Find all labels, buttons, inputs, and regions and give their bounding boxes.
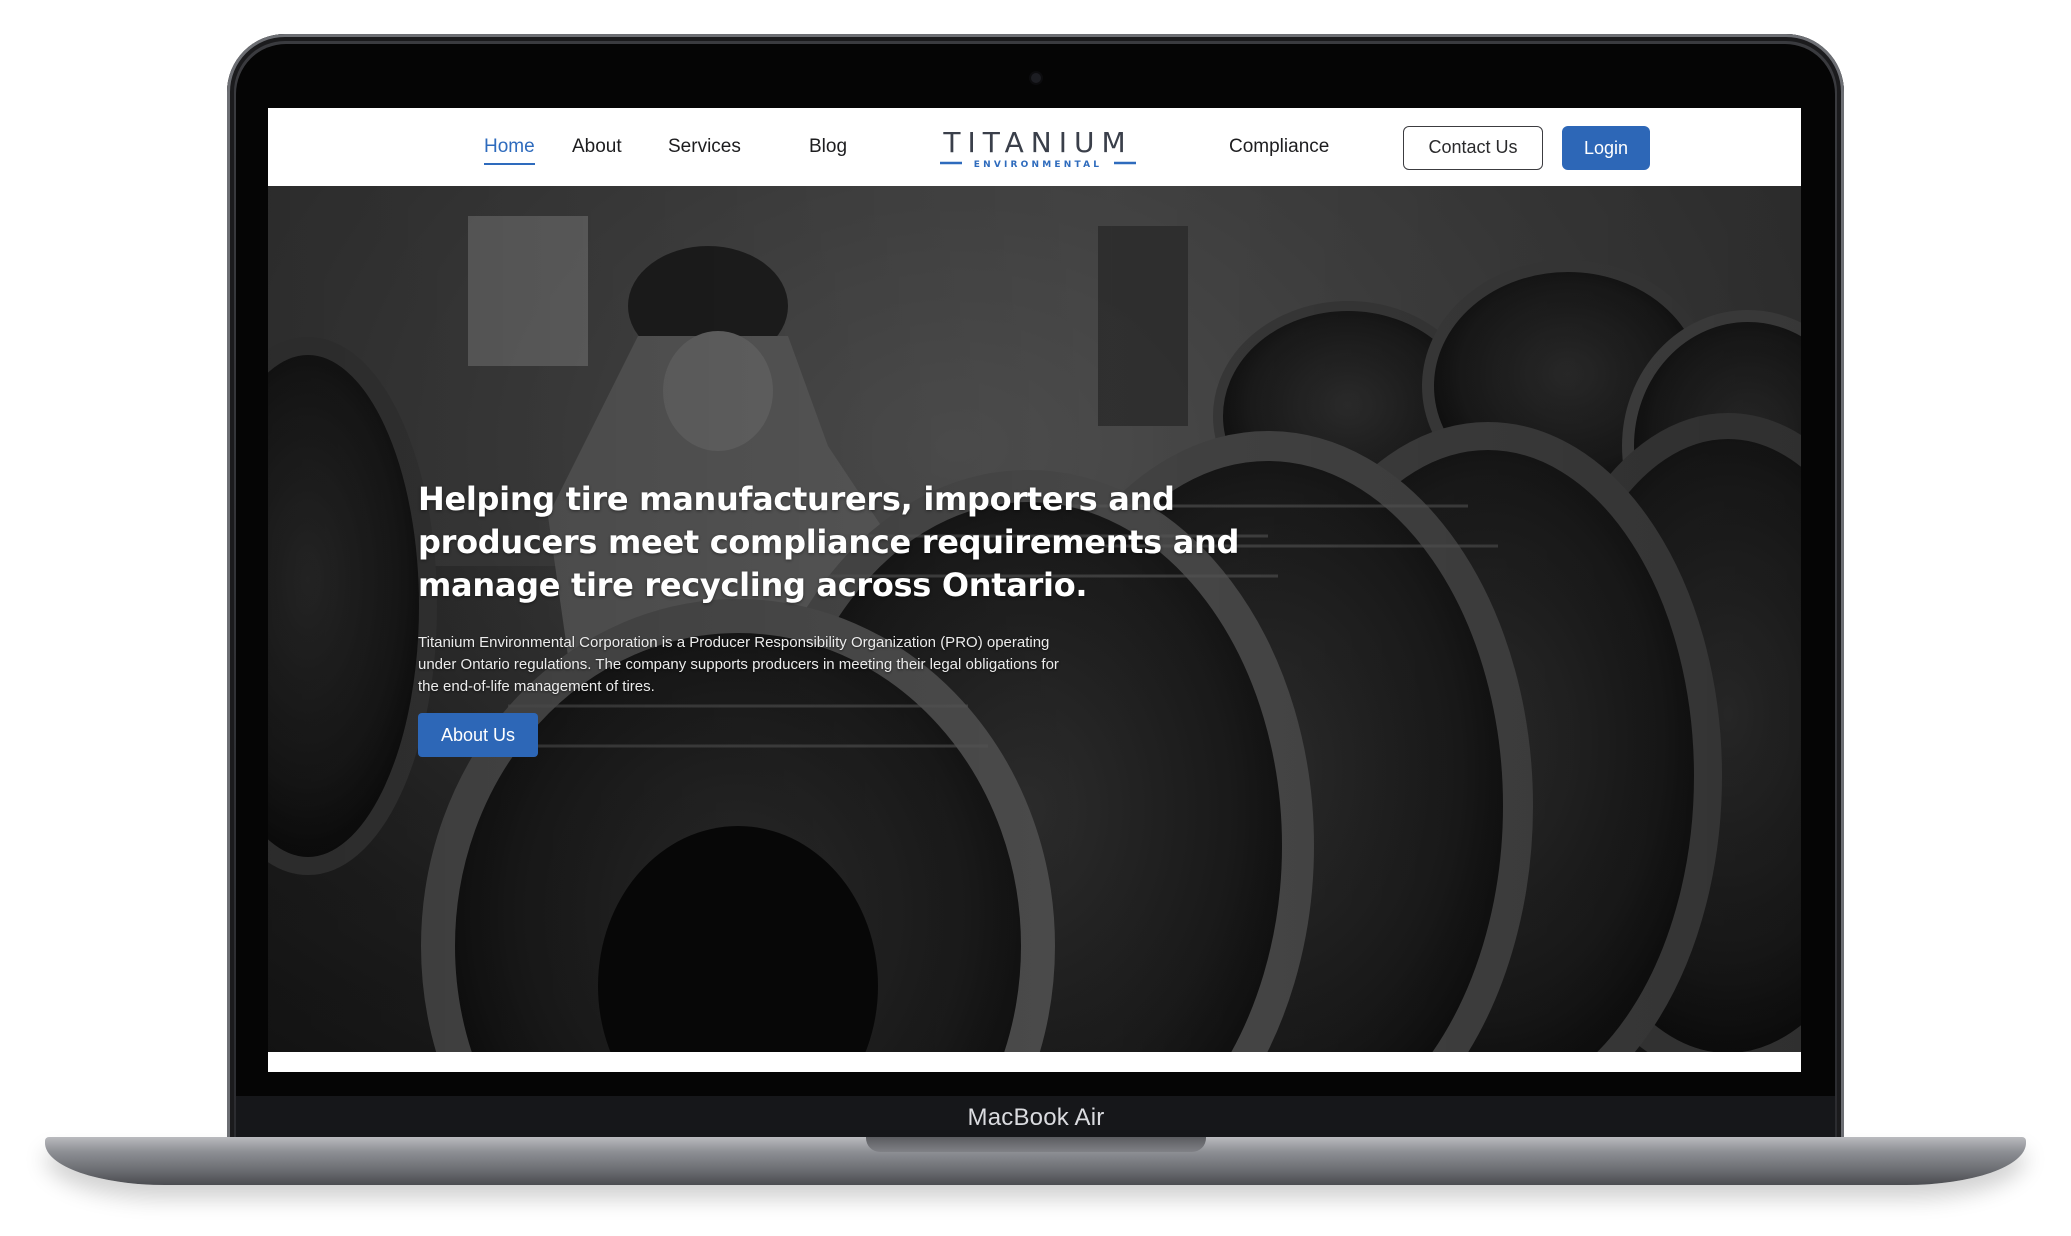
- hero-description: Titanium Environmental Corporation is a …: [418, 634, 1059, 695]
- nav-about-link[interactable]: About: [572, 134, 622, 160]
- contact-us-button[interactable]: Contact Us: [1403, 126, 1543, 170]
- nav-compliance-link[interactable]: Compliance: [1229, 134, 1329, 160]
- browser-viewport: Home About Services Blog TITANIUM ENVIRO…: [268, 108, 1801, 1072]
- device-model-label: MacBook Air: [967, 1104, 1105, 1131]
- page-bottom-strip: [268, 1052, 1801, 1072]
- login-button[interactable]: Login: [1562, 126, 1650, 170]
- nav-blog-link[interactable]: Blog: [809, 134, 847, 160]
- logo-wordmark: TITANIUM: [942, 126, 1132, 159]
- hero-overlay: [268, 186, 1801, 1052]
- hero-section: Helping tire manufacturers, importers an…: [268, 186, 1801, 1052]
- logo-tagline: ENVIRONMENTAL: [974, 160, 1102, 170]
- titanium-logo[interactable]: TITANIUM ENVIRONMENTAL: [928, 126, 1148, 170]
- laptop-mockup: Home About Services Blog TITANIUM ENVIRO…: [0, 0, 2071, 1236]
- camera-icon: [1031, 73, 1041, 83]
- nav-services-link[interactable]: Services: [668, 134, 741, 160]
- laptop-hinge-notch: [866, 1137, 1206, 1152]
- nav-home-link[interactable]: Home: [484, 134, 535, 165]
- hero-heading: Helping tire manufacturers, importers an…: [418, 480, 1240, 604]
- about-us-button[interactable]: About Us: [418, 713, 538, 757]
- site-navbar: Home About Services Blog TITANIUM ENVIRO…: [268, 108, 1801, 186]
